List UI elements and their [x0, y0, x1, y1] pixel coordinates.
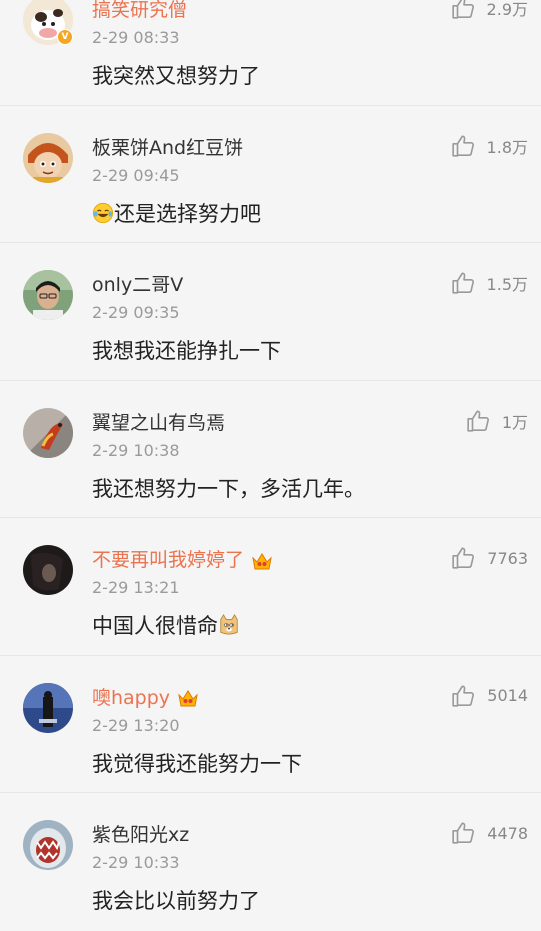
crown-icon [178, 690, 198, 707]
like-button[interactable]: 5014 [451, 683, 528, 709]
avatar[interactable] [23, 820, 73, 870]
comment-item[interactable]: 紫色阳光xz 2-29 10:33 我会比以前努力了 4478 [0, 793, 541, 931]
thumbs-up-icon [452, 822, 475, 844]
laugh-cry-emoji-icon [92, 202, 114, 223]
like-button[interactable]: 4478 [451, 820, 528, 846]
comment-item[interactable]: V 搞笑研究僧 2-29 08:33 我突然又想努力了 2.9万 [0, 0, 541, 106]
like-button[interactable]: 1.5万 [451, 270, 528, 296]
avatar[interactable] [23, 407, 73, 458]
avatar[interactable] [23, 132, 73, 183]
user-name[interactable]: 紫色阳光xz [92, 820, 189, 847]
user-name-text: 噢happy [92, 686, 171, 709]
user-name[interactable]: 板栗饼And红豆饼 [92, 133, 243, 160]
like-count: 2.9万 [486, 0, 528, 19]
timestamp: 2-29 10:33 [92, 853, 180, 872]
user-name[interactable]: 不要再叫我婷婷了 [92, 545, 274, 572]
comment-text: 还是选择努力吧 [92, 198, 261, 228]
like-button[interactable]: 1.8万 [451, 133, 528, 159]
verified-badge-icon: V [57, 29, 73, 45]
user-name[interactable]: only二哥V [92, 270, 183, 297]
timestamp: 2-29 13:20 [92, 715, 180, 735]
like-count: 1万 [501, 412, 528, 432]
thumbs-up-icon [467, 409, 489, 432]
comment-text: 我想我还能挣扎一下 [92, 339, 281, 363]
comment-item[interactable]: 噢happy 2-29 13:20 我觉得我还能努力一下 5014 [0, 656, 541, 793]
timestamp: 2-29 08:33 [92, 28, 180, 47]
comment-text: 我突然又想努力了 [92, 64, 260, 88]
crown-icon [252, 552, 272, 569]
timestamp: 2-29 09:35 [92, 303, 180, 322]
thumbs-up-icon [451, 0, 474, 19]
thumbs-up-icon [452, 547, 475, 569]
like-count: 5014 [487, 686, 528, 705]
like-button[interactable]: 1万 [466, 408, 528, 434]
like-count: 1.5万 [486, 275, 528, 294]
avatar[interactable] [23, 682, 73, 733]
timestamp: 2-29 10:38 [92, 440, 180, 460]
comment-item[interactable]: 翼望之山有鸟焉 2-29 10:38 我还想努力一下，多活几年。 1万 [0, 381, 541, 518]
comment-text: 我还想努力一下，多活几年。 [92, 476, 365, 501]
like-count: 4478 [487, 823, 528, 843]
comment-text-content: 还是选择努力吧 [114, 201, 261, 226]
comment-text-content: 中国人很惜命 [92, 614, 218, 638]
like-count: 7763 [487, 548, 528, 568]
comment-item[interactable]: 不要再叫我婷婷了 2-29 13:21 中国人很惜命 7763 [0, 518, 541, 656]
comment-item[interactable]: 板栗饼And红豆饼 2-29 09:45 还是选择努力吧 1.8万 [0, 106, 541, 243]
thumbs-up-icon [452, 684, 475, 707]
thumbs-up-icon [451, 134, 474, 157]
like-button[interactable]: 2.9万 [451, 0, 528, 21]
comment-text: 中国人很惜命 [92, 610, 240, 640]
user-name[interactable]: 噢happy [92, 683, 200, 710]
user-name-text: 不要再叫我婷婷了 [92, 549, 245, 571]
like-count: 1.8万 [486, 137, 528, 157]
like-button[interactable]: 7763 [451, 545, 528, 571]
comment-item[interactable]: only二哥V 2-29 09:35 我想我还能挣扎一下 1.5万 [0, 243, 541, 381]
comment-list: V 搞笑研究僧 2-29 08:33 我突然又想努力了 2.9万 板栗饼And红… [0, 0, 541, 931]
user-name[interactable]: 翼望之山有鸟焉 [92, 408, 225, 435]
comment-text: 我觉得我还能努力一下 [92, 751, 302, 776]
user-name[interactable]: 搞笑研究僧 [92, 0, 187, 22]
avatar[interactable] [23, 545, 73, 595]
doge-emoji-icon [220, 614, 238, 635]
timestamp: 2-29 09:45 [92, 165, 180, 185]
comment-text: 我会比以前努力了 [92, 889, 260, 913]
avatar[interactable] [23, 270, 73, 320]
timestamp: 2-29 13:21 [92, 578, 180, 597]
thumbs-up-icon [451, 272, 474, 294]
